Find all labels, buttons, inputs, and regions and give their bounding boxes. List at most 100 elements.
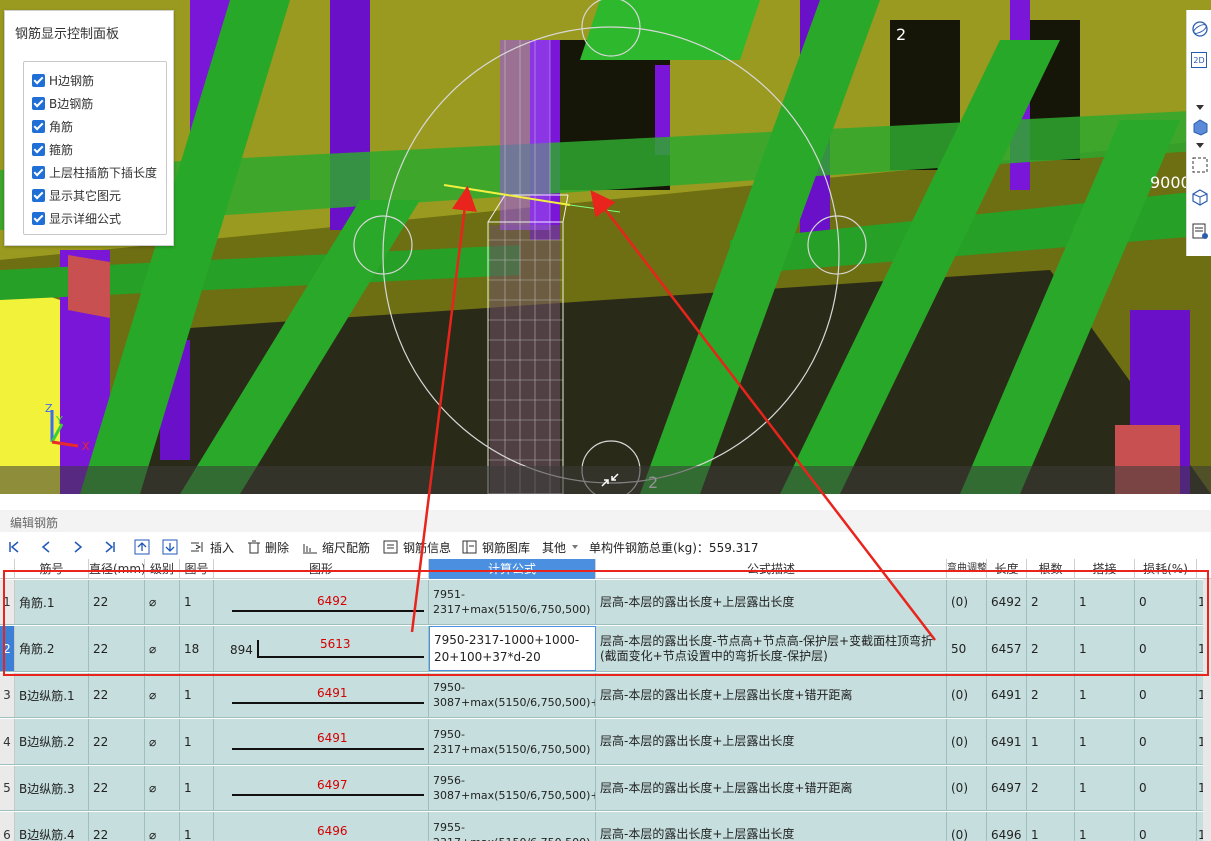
cell-length[interactable]: 6492 xyxy=(987,580,1027,624)
collapse-arrows-icon[interactable] xyxy=(598,470,622,490)
cell-bar-no[interactable]: B边纵筋.4 xyxy=(15,812,89,841)
last-record-icon[interactable] xyxy=(104,538,120,556)
cell-bend-adjust[interactable]: (0) xyxy=(947,580,987,624)
cell-bar-no[interactable]: 角筋.2 xyxy=(15,626,89,671)
delete-button[interactable]: 删除 xyxy=(247,538,289,556)
cell-formula[interactable]: 7950-2317+max(5150/6,750,500) xyxy=(429,719,596,764)
header-shape[interactable]: 图形 xyxy=(214,559,429,579)
dropdown-arrow-icon[interactable] xyxy=(1191,102,1209,112)
cell-grade[interactable]: ⌀ xyxy=(145,812,180,841)
checkbox-checked-icon[interactable] xyxy=(32,165,45,179)
checkbox-checked-icon[interactable] xyxy=(32,73,45,87)
header-formula[interactable]: 计算公式 xyxy=(429,559,596,579)
header-length[interactable]: 长度 xyxy=(987,559,1027,579)
cell-formula[interactable]: 7955-2317+max(5150/6,750,500) xyxy=(429,812,596,841)
cell-formula-editing[interactable]: 7950-2317-1000+1000-20+100+37*d-20 xyxy=(429,626,596,671)
cell-formula-desc[interactable]: 层高-本层的露出长度+上层露出长度 xyxy=(596,812,947,841)
cell-length[interactable]: 6491 xyxy=(987,673,1027,717)
cell-lap[interactable]: 1 xyxy=(1075,766,1135,810)
table-row[interactable]: 5 B边纵筋.3 22 ⌀ 1 6497 7956-3087+max(5150/… xyxy=(0,766,1211,811)
cell-grade[interactable]: ⌀ xyxy=(145,719,180,764)
previous-record-icon[interactable] xyxy=(40,538,56,556)
checkbox-checked-icon[interactable] xyxy=(32,142,45,156)
3d-viewport[interactable]: 2 2 9000 钢筋显示控制面板 H边钢筋 B边钢筋 角筋 箍筋 上层柱插筋下… xyxy=(0,0,1211,494)
cell-shape[interactable]: 6492 xyxy=(214,580,429,624)
table-row[interactable]: 3 B边纵筋.1 22 ⌀ 1 6491 7950-3087+max(5150/… xyxy=(0,673,1211,718)
first-record-icon[interactable] xyxy=(8,538,24,556)
cell-count[interactable]: 2 xyxy=(1027,626,1075,671)
cell-grade[interactable]: ⌀ xyxy=(145,580,180,624)
cell-loss[interactable]: 0 xyxy=(1135,812,1197,841)
header-loss[interactable]: 损耗(%) xyxy=(1135,559,1197,579)
header-bar-no[interactable]: 筋号 xyxy=(15,559,89,579)
cell-fig-no[interactable]: 1 xyxy=(180,766,214,810)
cell-diameter[interactable]: 22 xyxy=(89,626,145,671)
dashed-selection-icon[interactable] xyxy=(1191,156,1209,174)
cell-formula[interactable]: 7951-2317+max(5150/6,750,500) xyxy=(429,580,596,624)
cell-fig-no[interactable]: 1 xyxy=(180,812,214,841)
cell-length[interactable]: 6491 xyxy=(987,719,1027,764)
cell-count[interactable]: 1 xyxy=(1027,812,1075,841)
cell-diameter[interactable]: 22 xyxy=(89,580,145,624)
checkbox-checked-icon[interactable] xyxy=(32,96,45,110)
cell-bend-adjust[interactable]: 50 xyxy=(947,626,987,671)
option-b-edge-rebar[interactable]: B边钢筋 xyxy=(32,94,93,112)
header-grade[interactable]: 级别 xyxy=(145,559,180,579)
table-row[interactable]: 6 B边纵筋.4 22 ⌀ 1 6496 7955-2317+max(5150/… xyxy=(0,812,1211,841)
cell-count[interactable]: 2 xyxy=(1027,673,1075,717)
cell-formula-desc[interactable]: 层高-本层的露出长度-节点高+节点高-保护层+变截面柱顶弯折(截面变化+节点设置… xyxy=(596,626,947,671)
header-count[interactable]: 根数 xyxy=(1027,559,1075,579)
cell-fig-no[interactable]: 1 xyxy=(180,580,214,624)
cell-grade[interactable]: ⌀ xyxy=(145,766,180,810)
cell-diameter[interactable]: 22 xyxy=(89,766,145,810)
rebar-info-button[interactable]: 钢筋信息 xyxy=(383,538,451,556)
rotate-sphere-icon[interactable] xyxy=(1191,20,1209,38)
cell-bar-no[interactable]: B边纵筋.1 xyxy=(15,673,89,717)
option-corner-rebar[interactable]: 角筋 xyxy=(32,117,73,135)
header-lap[interactable]: 搭接 xyxy=(1075,559,1135,579)
vertical-scrollbar[interactable] xyxy=(1203,579,1211,841)
cell-lap[interactable]: 1 xyxy=(1075,812,1135,841)
cell-formula-desc[interactable]: 层高-本层的露出长度+上层露出长度 xyxy=(596,580,947,624)
cell-shape[interactable]: 6491 xyxy=(214,673,429,717)
3d-cube-icon[interactable] xyxy=(1191,188,1209,206)
2d-view-icon[interactable]: 2D xyxy=(1191,52,1207,68)
cell-loss[interactable]: 0 xyxy=(1135,580,1197,624)
3d-box-icon[interactable] xyxy=(1191,118,1209,136)
cell-formula-desc[interactable]: 层高-本层的露出长度+上层露出长度+错开距离 xyxy=(596,673,947,717)
cell-bar-no[interactable]: B边纵筋.2 xyxy=(15,719,89,764)
cell-lap[interactable]: 1 xyxy=(1075,673,1135,717)
cell-fig-no[interactable]: 18 xyxy=(180,626,214,671)
cell-loss[interactable]: 0 xyxy=(1135,719,1197,764)
cell-loss[interactable]: 0 xyxy=(1135,766,1197,810)
option-stirrup[interactable]: 箍筋 xyxy=(32,140,73,158)
cell-formula-desc[interactable]: 层高-本层的露出长度+上层露出长度+错开距离 xyxy=(596,766,947,810)
cell-shape[interactable]: 6496 xyxy=(214,812,429,841)
cell-lap[interactable]: 1 xyxy=(1075,626,1135,671)
cell-shape[interactable]: 6491 xyxy=(214,719,429,764)
header-fig-no[interactable]: 图号 xyxy=(180,559,214,579)
table-row[interactable]: 1 角筋.1 22 ⌀ 1 6492 7951-2317+max(5150/6,… xyxy=(0,580,1211,625)
scale-config-button[interactable]: 缩尺配筋 xyxy=(302,538,370,556)
next-record-icon[interactable] xyxy=(72,538,88,556)
cell-diameter[interactable]: 22 xyxy=(89,812,145,841)
cell-bend-adjust[interactable]: (0) xyxy=(947,673,987,717)
option-upper-column-insert[interactable]: 上层柱插筋下插长度 xyxy=(32,163,157,181)
insert-button[interactable]: 插入 xyxy=(190,538,234,556)
checkbox-checked-icon[interactable] xyxy=(32,211,45,225)
cell-bend-adjust[interactable]: (0) xyxy=(947,766,987,810)
list-settings-icon[interactable] xyxy=(1191,222,1209,240)
rebar-library-button[interactable]: 钢筋图库 xyxy=(462,538,530,556)
cell-bar-no[interactable]: B边纵筋.3 xyxy=(15,766,89,810)
header-formula-desc[interactable]: 公式描述 xyxy=(596,559,947,579)
cell-bar-no[interactable]: 角筋.1 xyxy=(15,580,89,624)
checkbox-checked-icon[interactable] xyxy=(32,119,45,133)
table-row-selected[interactable]: 2 角筋.2 22 ⌀ 18 894 5613 7950-2317-1000+1… xyxy=(0,626,1211,672)
cell-lap[interactable]: 1 xyxy=(1075,719,1135,764)
cell-fig-no[interactable]: 1 xyxy=(180,719,214,764)
header-diameter[interactable]: 直径(mm) xyxy=(89,559,145,579)
cell-formula[interactable]: 7956-3087+max(5150/6,750,500)+1*max(35*d… xyxy=(429,766,596,810)
cell-diameter[interactable]: 22 xyxy=(89,719,145,764)
move-down-icon[interactable] xyxy=(162,538,182,556)
checkbox-checked-icon[interactable] xyxy=(32,188,45,202)
